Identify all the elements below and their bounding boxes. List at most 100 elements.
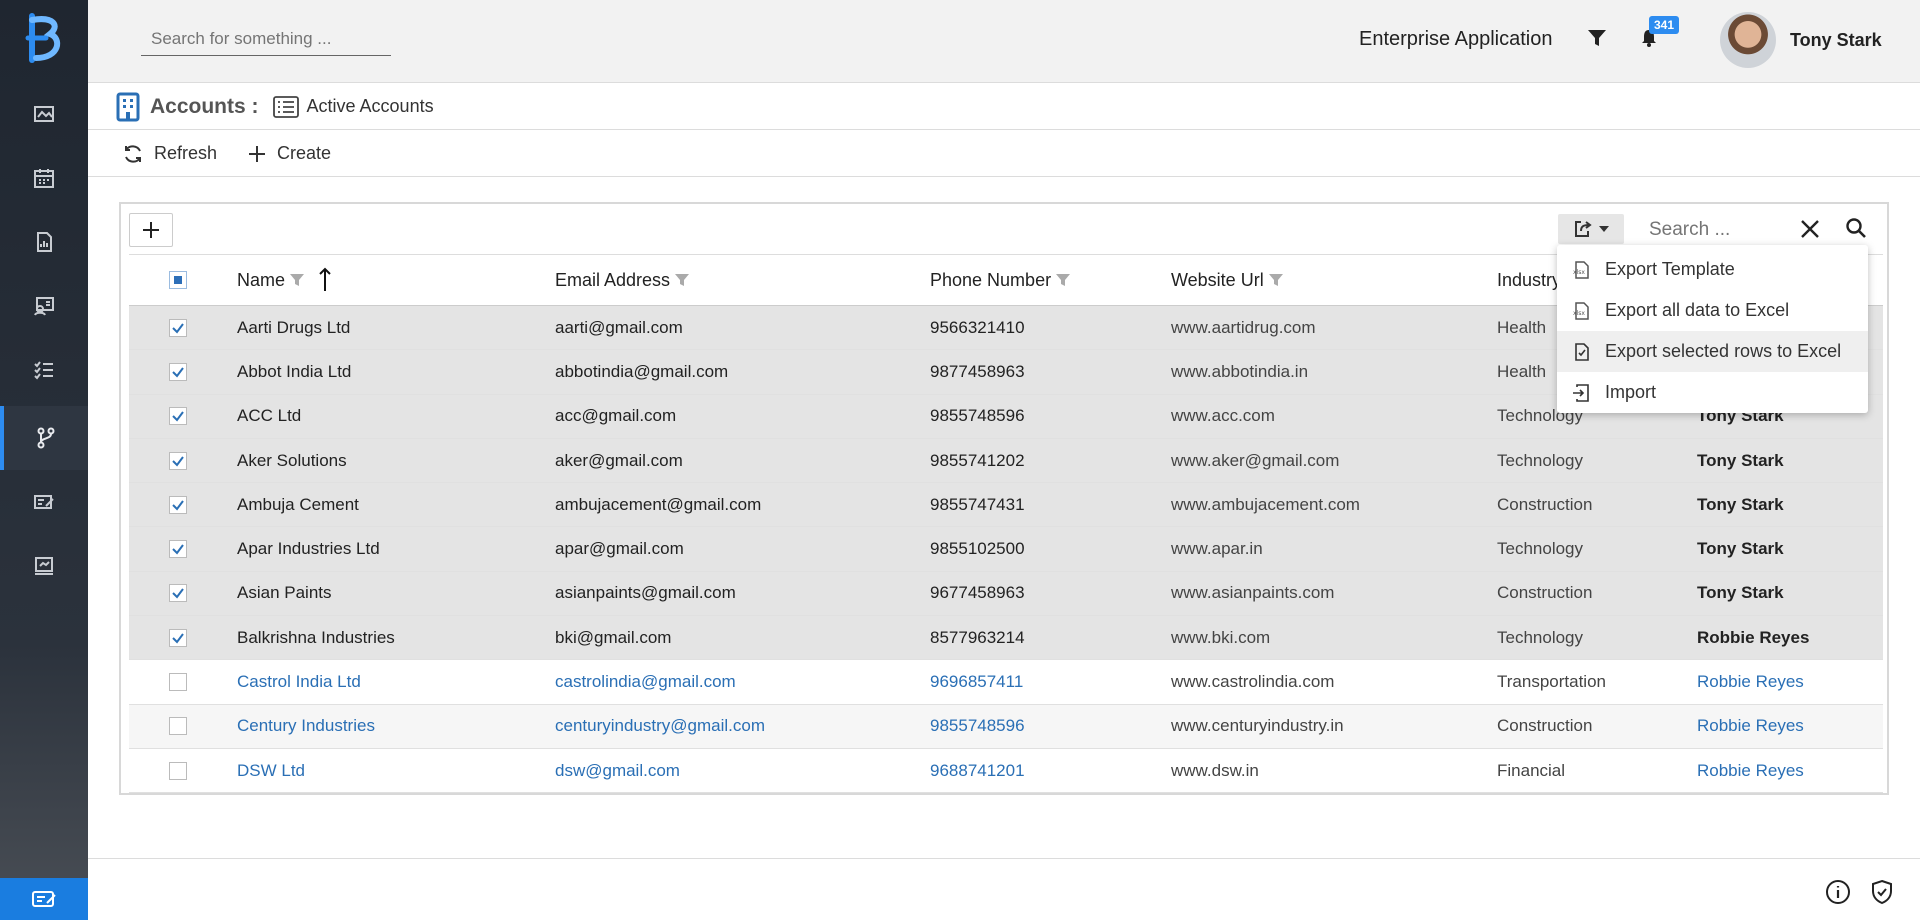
cell-owner[interactable]: Robbie Reyes: [1697, 716, 1804, 736]
cell-phone[interactable]: 9877458963: [930, 362, 1025, 382]
cell-name[interactable]: Castrol India Ltd: [237, 672, 361, 692]
cell-owner[interactable]: Robbie Reyes: [1697, 761, 1804, 781]
create-button[interactable]: Create: [247, 143, 331, 164]
cell-email[interactable]: abbotindia@gmail.com: [555, 362, 728, 382]
cell-owner[interactable]: Robbie Reyes: [1697, 672, 1804, 692]
cell-name[interactable]: Century Industries: [237, 716, 375, 736]
sidebar-item-notes[interactable]: [0, 470, 88, 534]
menu-item-import[interactable]: Import: [1557, 372, 1868, 413]
sidebar-bottom-action[interactable]: [0, 878, 88, 920]
menu-item-export-template[interactable]: xlsx Export Template: [1557, 249, 1868, 290]
row-checkbox[interactable]: [169, 761, 187, 780]
user-name[interactable]: Tony Stark: [1790, 30, 1882, 51]
cell-owner[interactable]: Tony Stark: [1697, 451, 1784, 471]
cell-phone[interactable]: 9677458963: [930, 583, 1025, 603]
table-row[interactable]: Asian Paints asianpaints@gmail.com 96774…: [129, 571, 1883, 617]
column-header-email[interactable]: Email Address: [555, 270, 690, 291]
filter-icon[interactable]: [1055, 273, 1071, 287]
cell-phone[interactable]: 9855748596: [930, 716, 1025, 736]
close-icon[interactable]: [1799, 218, 1821, 240]
filter-icon[interactable]: [289, 273, 305, 287]
cell-owner[interactable]: Tony Stark: [1697, 495, 1784, 515]
sidebar-item-presentations[interactable]: [0, 534, 88, 598]
cell-name[interactable]: Abbot India Ltd: [237, 362, 351, 382]
sort-ascending-icon[interactable]: [317, 267, 333, 293]
cell-name[interactable]: Balkrishna Industries: [237, 628, 395, 648]
cell-email[interactable]: aker@gmail.com: [555, 451, 683, 471]
cell-email[interactable]: castrolindia@gmail.com: [555, 672, 736, 692]
view-selector[interactable]: Active Accounts: [307, 96, 434, 117]
cell-phone[interactable]: 9566321410: [930, 318, 1025, 338]
filter-icon[interactable]: [674, 273, 690, 287]
cell-name[interactable]: Ambuja Cement: [237, 495, 359, 515]
cell-phone[interactable]: 9688741201: [930, 761, 1025, 781]
sidebar-item-calendar[interactable]: [0, 146, 88, 210]
shield-check-icon[interactable]: [1869, 879, 1895, 905]
column-header-name[interactable]: Name: [237, 267, 333, 293]
cell-email[interactable]: apar@gmail.com: [555, 539, 684, 559]
cell-email[interactable]: asianpaints@gmail.com: [555, 583, 736, 603]
row-checkbox[interactable]: [169, 628, 187, 647]
export-menu-button[interactable]: [1558, 214, 1624, 244]
row-checkbox[interactable]: [169, 362, 187, 381]
cell-name[interactable]: Apar Industries Ltd: [237, 539, 380, 559]
cell-owner[interactable]: Robbie Reyes: [1697, 628, 1809, 648]
refresh-button[interactable]: Refresh: [122, 143, 217, 165]
menu-item-export-selected[interactable]: Export selected rows to Excel: [1557, 331, 1868, 372]
cell-email[interactable]: ambujacement@gmail.com: [555, 495, 761, 515]
cell-phone[interactable]: 9855102500: [930, 539, 1025, 559]
cell-name[interactable]: Aarti Drugs Ltd: [237, 318, 350, 338]
row-checkbox[interactable]: [169, 540, 187, 559]
column-header-website[interactable]: Website Url: [1171, 270, 1284, 291]
row-checkbox[interactable]: [169, 495, 187, 514]
cell-phone[interactable]: 9696857411: [930, 672, 1023, 692]
sidebar-item-dashboard[interactable]: [0, 82, 88, 146]
column-header-phone[interactable]: Phone Number: [930, 270, 1071, 291]
cell-email[interactable]: aarti@gmail.com: [555, 318, 683, 338]
table-row[interactable]: Castrol India Ltd castrolindia@gmail.com…: [129, 660, 1883, 705]
row-checkbox[interactable]: [169, 673, 187, 692]
cell-name[interactable]: Asian Paints: [237, 583, 332, 603]
table-row[interactable]: Apar Industries Ltd apar@gmail.com 98551…: [129, 527, 1883, 572]
row-checkbox[interactable]: [169, 584, 187, 603]
row-checkbox[interactable]: [169, 318, 187, 337]
search-icon[interactable]: [1845, 217, 1867, 239]
cell-email[interactable]: dsw@gmail.com: [555, 761, 680, 781]
menu-item-export-all[interactable]: xlsx Export all data to Excel: [1557, 290, 1868, 331]
cell-email[interactable]: acc@gmail.com: [555, 406, 676, 426]
avatar[interactable]: [1720, 12, 1776, 68]
table-row[interactable]: Balkrishna Industries bki@gmail.com 8577…: [129, 616, 1883, 661]
sidebar-item-tasks[interactable]: [0, 338, 88, 402]
row-checkbox[interactable]: [169, 407, 187, 426]
sidebar-item-contacts[interactable]: [0, 274, 88, 338]
row-checkbox[interactable]: [169, 717, 187, 736]
select-all-checkbox[interactable]: [169, 271, 187, 289]
info-icon[interactable]: [1825, 879, 1851, 905]
filter-icon[interactable]: [1268, 273, 1284, 287]
cell-owner[interactable]: Tony Stark: [1697, 583, 1784, 603]
add-row-button[interactable]: [129, 213, 173, 247]
cell-email[interactable]: centuryindustry@gmail.com: [555, 716, 765, 736]
table-row[interactable]: Aker Solutions aker@gmail.com 9855741202…: [129, 438, 1883, 484]
table-search-input[interactable]: [1641, 212, 1791, 248]
cell-name[interactable]: ACC Ltd: [237, 406, 301, 426]
cell-name[interactable]: DSW Ltd: [237, 761, 305, 781]
cell-name[interactable]: Aker Solutions: [237, 451, 347, 471]
filter-icon[interactable]: [1587, 28, 1607, 48]
cell-phone[interactable]: 9855748596: [930, 406, 1025, 426]
table-row[interactable]: DSW Ltd dsw@gmail.com 9688741201 www.dsw…: [129, 749, 1883, 794]
sidebar-item-reports[interactable]: [0, 210, 88, 274]
row-checkbox[interactable]: [169, 451, 187, 470]
cell-email[interactable]: bki@gmail.com: [555, 628, 671, 648]
table-row[interactable]: Century Industries centuryindustry@gmail…: [129, 704, 1883, 749]
column-header-industry[interactable]: Industry: [1497, 270, 1561, 291]
check-icon: [172, 367, 184, 378]
cell-phone[interactable]: 9855741202: [930, 451, 1025, 471]
global-search-input[interactable]: [141, 22, 391, 56]
table-row[interactable]: Ambuja Cement ambujacement@gmail.com 985…: [129, 483, 1883, 528]
cell-phone[interactable]: 9855747431: [930, 495, 1025, 515]
cell-owner[interactable]: Tony Stark: [1697, 539, 1784, 559]
cell-industry: Technology: [1497, 539, 1584, 559]
sidebar-item-accounts[interactable]: [0, 406, 88, 470]
cell-phone[interactable]: 8577963214: [930, 628, 1025, 648]
